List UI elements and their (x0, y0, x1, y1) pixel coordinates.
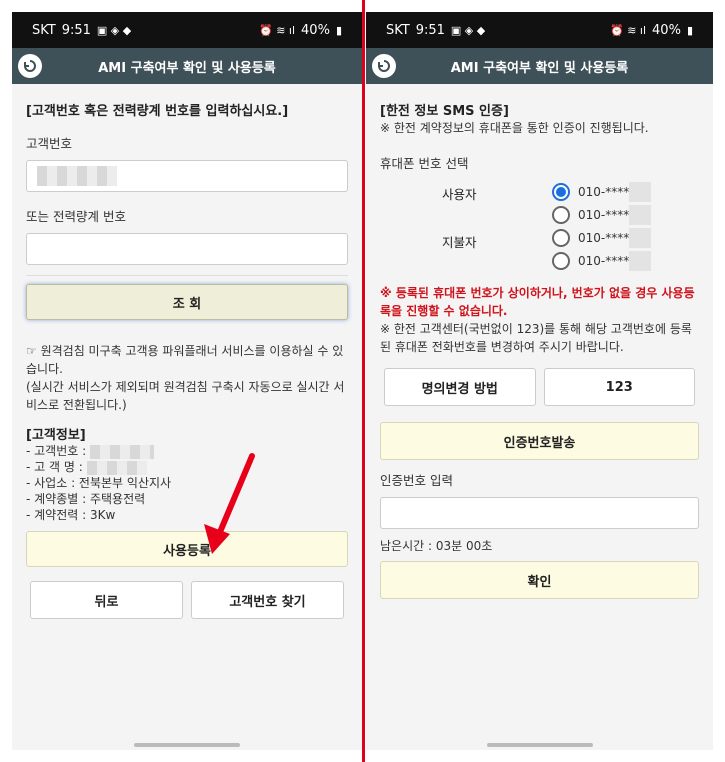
phone-option-1[interactable]: 010-**** (552, 180, 652, 203)
masked-value (86, 460, 147, 475)
battery-label: 40% (301, 22, 330, 38)
info-customer-number: - 고객번호 : (26, 443, 348, 459)
status-bar: SKT 9:51 ▣ ◈ ◆ ⏰ ≋ ıl 40% ▮ (366, 12, 713, 48)
radio-unselected[interactable] (552, 205, 570, 224)
carrier-label: SKT (32, 22, 56, 38)
left-phone-screen: SKT 9:51 ▣ ◈ ◆ ⏰ ≋ ıl 40% ▮ AMI 구축여부 확인 … (12, 12, 362, 750)
register-button[interactable]: 사용등록 (26, 531, 348, 567)
page-title: AMI 구축여부 확인 및 사용등록 (450, 60, 629, 76)
phone-option-2[interactable]: 010-**** (552, 203, 652, 226)
alarm-wifi-signal-icon: ⏰ ≋ ıl (259, 23, 296, 37)
masked-value (37, 166, 117, 186)
info-contract-power: - 계약전력 : 3Kw (26, 508, 116, 522)
status-bar: SKT 9:51 ▣ ◈ ◆ ⏰ ≋ ıl 40% ▮ (12, 12, 362, 48)
back-arrow-icon[interactable] (372, 54, 396, 78)
page-title: AMI 구축여부 확인 및 사용등록 (98, 60, 276, 76)
back-arrow-icon[interactable] (18, 54, 42, 78)
phone-mismatch-warning: ※ 등록된 휴대폰 번호가 상이하거나, 번호가 없을 경우 사용등록을 진행할… (380, 286, 695, 318)
panel-divider (362, 0, 365, 762)
battery-icon: ▮ (686, 23, 693, 37)
sms-title: [한전 정보 SMS 인증] (380, 104, 509, 119)
customer-number-label: 고객번호 (26, 136, 73, 151)
info-customer-name: - 고 객 명 : (26, 459, 348, 475)
phone-select-label: 휴대폰 번호 선택 (380, 156, 469, 171)
powerplanner-notice: ☞ 원격검침 미구축 고객용 파워플래너 서비스를 이용하실 수 있습니다. (26, 344, 344, 376)
phone-option-4[interactable]: 010-**** (552, 249, 652, 272)
instruction-title: [고객번호 혹은 전력량계 번호를 입력하십시요.] (26, 104, 289, 119)
customer-center-note: ※ 한전 고객센터(국번없이 123)를 통해 해당 고객번호에 등록된 휴대폰… (380, 322, 692, 354)
find-customer-number-button[interactable]: 고객번호 찾기 (191, 581, 344, 619)
back-button[interactable]: 뒤로 (30, 581, 183, 619)
time-label: 9:51 (61, 22, 91, 38)
title-bar: AMI 구축여부 확인 및 사용등록 (366, 48, 713, 84)
send-code-button[interactable]: 인증번호발송 (380, 422, 699, 460)
info-office: - 사업소 : 전북본부 익산지사 (26, 476, 172, 490)
alarm-wifi-signal-icon: ⏰ ≋ ıl (610, 23, 647, 37)
radio-selected[interactable] (552, 182, 570, 201)
realtime-notice: (실시간 서비스가 제외되며 원격검침 구축시 자동으로 실시간 서비스로 전환… (26, 380, 345, 412)
phone-radio-group: 사용자 지불자 010-**** 010-**** 010-**** 010-* (380, 180, 699, 276)
customer-number-input[interactable] (26, 160, 348, 192)
call-123-button[interactable]: 123 (543, 368, 695, 406)
battery-label: 40% (652, 22, 681, 38)
customer-info-title: [고객정보] (26, 428, 86, 443)
sms-note: ※ 한전 계약정보의 휴대폰을 통한 인증이 진행됩니다. (380, 121, 649, 135)
red-arrow-annotation (204, 453, 255, 554)
gesture-bar (134, 743, 240, 747)
gesture-bar (486, 743, 593, 747)
notification-icons: ▣ ◈ ◆ (450, 23, 486, 37)
phone-option-3[interactable]: 010-**** (552, 226, 652, 249)
battery-icon: ▮ (335, 23, 342, 37)
confirm-button[interactable]: 확인 (380, 561, 699, 599)
meter-number-label: 또는 전력량계 번호 (26, 209, 126, 224)
name-change-guide-button[interactable]: 명의변경 방법 (384, 368, 536, 406)
time-label: 9:51 (415, 22, 445, 38)
verification-code-input[interactable] (380, 497, 699, 529)
meter-number-input[interactable] (26, 233, 348, 265)
notification-icons: ▣ ◈ ◆ (96, 23, 132, 37)
title-bar: AMI 구축여부 확인 및 사용등록 (12, 48, 362, 84)
user-label: 사용자 (442, 187, 477, 202)
search-button[interactable]: 조 회 (26, 284, 348, 320)
info-contract-type: - 계약종별 : 주택용전력 (26, 492, 146, 506)
masked-value (90, 444, 154, 459)
carrier-label: SKT (386, 22, 410, 38)
right-phone-screen: SKT 9:51 ▣ ◈ ◆ ⏰ ≋ ıl 40% ▮ AMI 구축여부 확인 … (366, 12, 713, 750)
code-input-label: 인증번호 입력 (380, 473, 453, 488)
radio-unselected[interactable] (552, 228, 570, 247)
payer-label: 지불자 (442, 235, 477, 250)
remaining-time: 남은시간 : 03분 00초 (380, 539, 493, 553)
radio-unselected[interactable] (552, 251, 570, 270)
